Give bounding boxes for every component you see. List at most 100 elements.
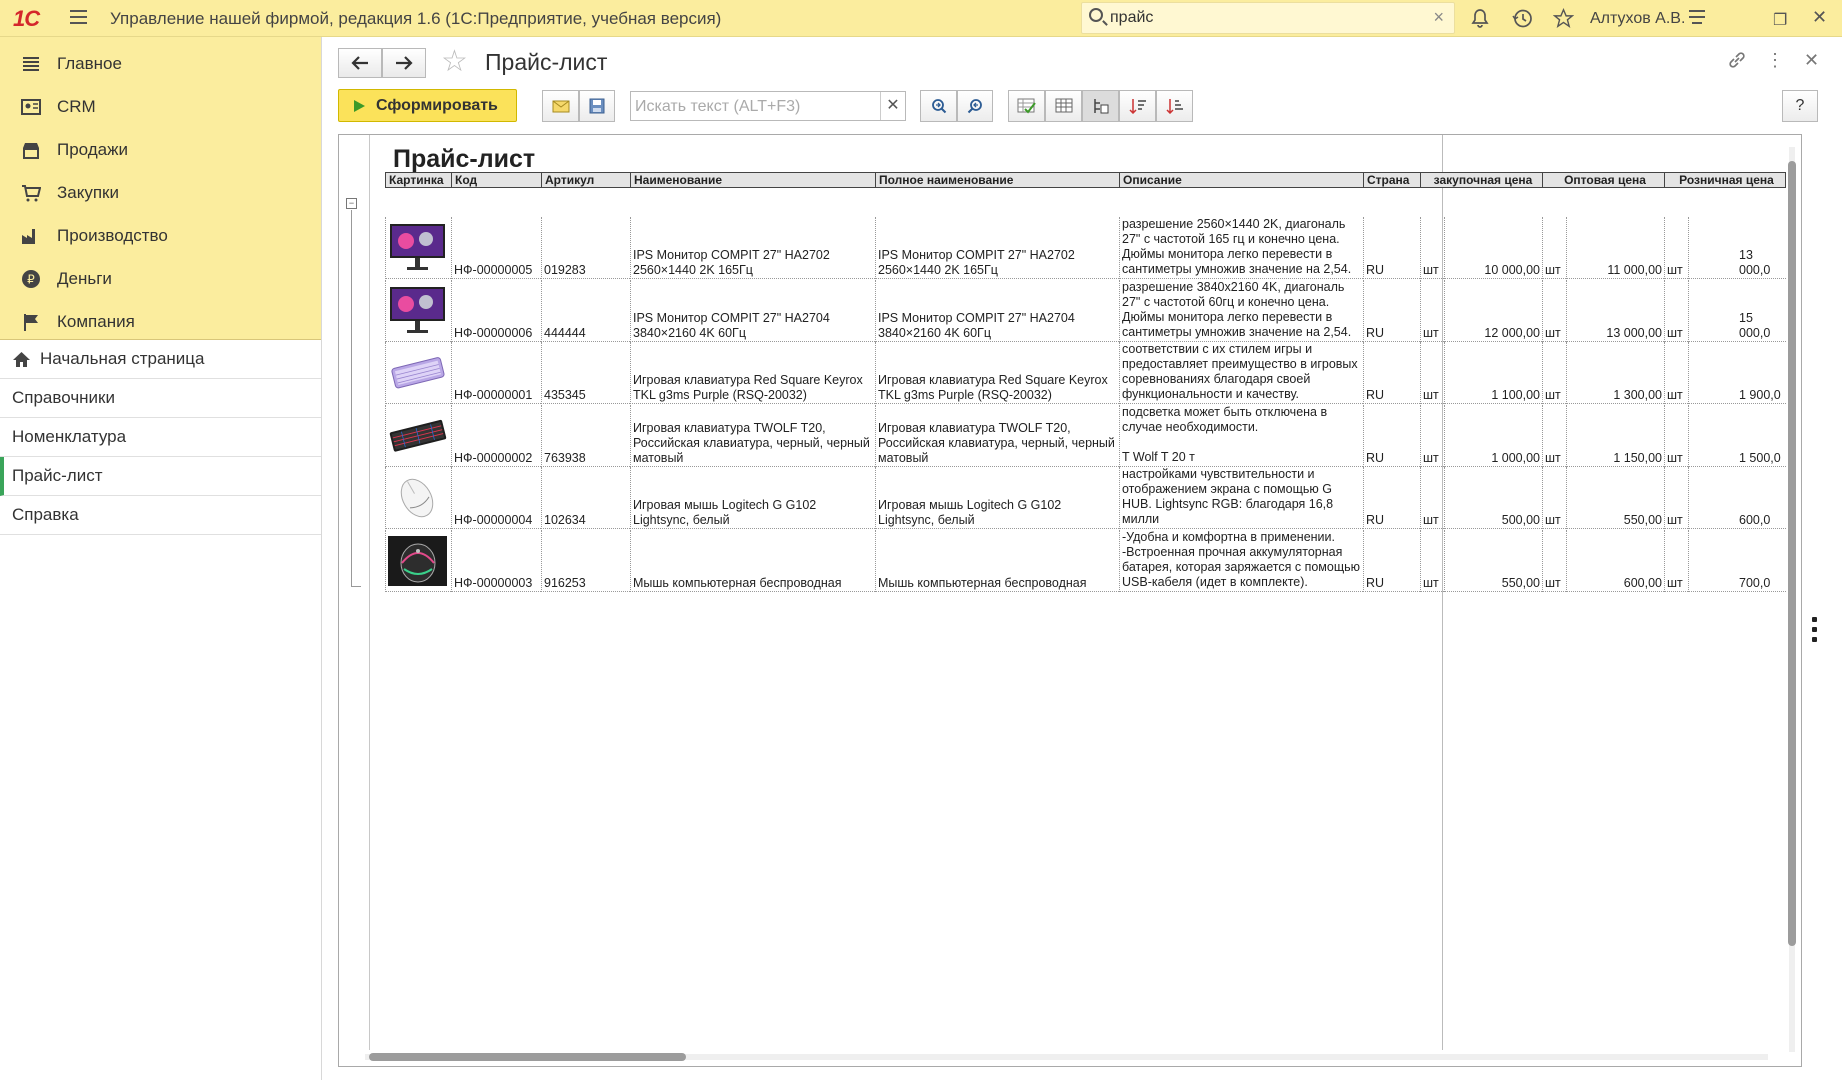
wholesale-price-cell: 13 000,00: [1566, 279, 1664, 342]
p3-text: 1 500,0: [1739, 450, 1781, 465]
sidebar-item-company[interactable]: Компания: [0, 300, 321, 343]
purchase-price-cell: 500,00: [1444, 467, 1542, 529]
history-icon[interactable]: [1512, 8, 1533, 35]
table-row[interactable]: НФ-00000004 102634 Игровая мышь Logitech…: [385, 467, 1786, 529]
report-spreadsheet[interactable]: − Прайс-лист Картинка Код Артикул Наимен…: [338, 134, 1802, 1067]
report-settings-button[interactable]: [1008, 90, 1045, 122]
monitor-thumbnail: [388, 223, 447, 273]
sidebar-item-sales[interactable]: Продажи: [0, 128, 321, 171]
purchase-price-cell: 1 100,00: [1444, 342, 1542, 404]
sidebar-item-purchases[interactable]: Закупки: [0, 171, 321, 214]
scroll-thumb[interactable]: [369, 1053, 686, 1061]
name-cell: Мышь компьютерная беспроводная: [630, 529, 875, 592]
section-help[interactable]: Справка: [0, 496, 321, 535]
back-button[interactable]: [338, 48, 382, 78]
unit-cell: шт: [1542, 279, 1566, 342]
p2-text: 1 300,00: [1613, 388, 1662, 402]
code-text: НФ-00000001: [454, 388, 533, 402]
table-row[interactable]: НФ-00000003 916253 Мышь компьютерная бес…: [385, 529, 1786, 592]
email-button[interactable]: [542, 90, 579, 122]
code-cell: НФ-00000004: [451, 467, 541, 529]
country-cell: RU: [1363, 279, 1420, 342]
desc-text: настройками чувствительности и отображен…: [1122, 467, 1334, 526]
generate-button[interactable]: Сформировать: [338, 89, 517, 122]
clear-search-icon[interactable]: ×: [1433, 7, 1444, 28]
sidebar-item-production[interactable]: Производство: [0, 214, 321, 257]
p1-text: 500,00: [1501, 513, 1540, 527]
horizontal-scrollbar[interactable]: [365, 1052, 1768, 1062]
article-cell: 444444: [541, 279, 630, 342]
find-previous-button[interactable]: [957, 90, 993, 122]
help-button[interactable]: ?: [1782, 90, 1818, 122]
restore-window-icon[interactable]: ❐: [1773, 10, 1787, 30]
vertical-scrollbar[interactable]: [1787, 147, 1797, 1052]
global-search-input[interactable]: прайс ×: [1081, 2, 1455, 34]
clear-search-icon[interactable]: ✕: [880, 92, 905, 120]
favorites-star-icon[interactable]: [1552, 7, 1575, 35]
u1-text: шт: [1423, 388, 1439, 402]
section-catalogs[interactable]: Справочники: [0, 379, 321, 418]
p3-text: 13 000,0: [1739, 248, 1771, 277]
picture-cell: [385, 279, 451, 342]
table-row[interactable]: НФ-00000002 763938 Игровая клавиатура TW…: [385, 404, 1786, 467]
hamburger-menu-icon[interactable]: [70, 10, 87, 25]
close-window-icon[interactable]: ✕: [1812, 7, 1827, 28]
country-text: RU: [1366, 575, 1385, 590]
group-columns-button[interactable]: [1082, 90, 1119, 122]
article-cell: 019283: [541, 217, 630, 279]
unit-cell: шт: [1420, 279, 1444, 342]
table-row[interactable]: НФ-00000006 444444 IPS Монитор COMPIT 27…: [385, 279, 1786, 342]
retail-price-cell: 1 900,0: [1688, 342, 1786, 404]
name-cell: Игровая клавиатура TWOLF T20, Российская…: [630, 404, 875, 467]
sidebar-item-crm[interactable]: CRM: [0, 85, 321, 128]
sidebar-item-money[interactable]: ₽ Деньги: [0, 257, 321, 300]
more-actions-icon[interactable]: ⋮: [1766, 50, 1784, 71]
page-title: Прайс-лист: [485, 49, 608, 75]
find-next-button[interactable]: [920, 90, 957, 122]
picture-cell: [385, 529, 451, 592]
unit-cell: шт: [1542, 467, 1566, 529]
purchase-price-cell: 12 000,00: [1444, 279, 1542, 342]
description-cell: подсветка может быть отключена в случае …: [1119, 404, 1363, 467]
app-title: Управление нашей фирмой, редакция 1.6 (1…: [110, 9, 722, 28]
scroll-thumb[interactable]: [1788, 161, 1796, 946]
column-header: Страна: [1363, 172, 1420, 188]
column-header: Полное наименование: [875, 172, 1119, 188]
settings-sliders-icon[interactable]: [1687, 8, 1707, 32]
table-view-button[interactable]: [1045, 90, 1082, 122]
global-search-value[interactable]: прайс: [1110, 9, 1153, 27]
column-header: Наименование: [630, 172, 875, 188]
full-name-cell: Мышь компьютерная беспроводная: [875, 529, 1119, 592]
content-area: ☆ Прайс-лист ⋮ ✕ Сформировать Искать тек…: [323, 37, 1842, 1080]
forward-button[interactable]: [382, 48, 426, 78]
section-nomenclature[interactable]: Номенклатура: [0, 418, 321, 457]
table-row[interactable]: НФ-00000005 019283 IPS Монитор COMPIT 27…: [385, 217, 1786, 279]
bell-icon[interactable]: [1470, 8, 1490, 34]
section-price-list[interactable]: Прайс-лист: [0, 457, 321, 496]
panel-resize-handle[interactable]: [1812, 617, 1818, 647]
description-cell: разрешение 2560×1440 2K, диагональ 27" с…: [1119, 217, 1363, 279]
collapse-group-icon[interactable]: −: [346, 198, 357, 209]
report-search-input[interactable]: Искать текст (ALT+F3) ✕: [630, 91, 906, 121]
sort-descending-button[interactable]: [1156, 90, 1193, 122]
shop-icon: [20, 140, 42, 160]
top-bar: 1С Управление нашей фирмой, редакция 1.6…: [0, 0, 1842, 37]
country-text: RU: [1366, 388, 1385, 402]
sort-ascending-button[interactable]: [1119, 90, 1156, 122]
u3-text: шт: [1667, 450, 1683, 465]
table-row[interactable]: НФ-00000001 435345 Игровая клавиатура Re…: [385, 342, 1786, 404]
p1-text: 1 000,00: [1491, 450, 1540, 465]
favorite-star-icon[interactable]: ☆: [441, 44, 468, 79]
u3-text: шт: [1667, 388, 1683, 402]
close-form-icon[interactable]: ✕: [1804, 50, 1819, 71]
retail-price-cell: 600,0: [1688, 467, 1786, 529]
link-icon[interactable]: [1727, 50, 1747, 75]
sidebar-item-main[interactable]: Главное: [0, 42, 321, 85]
save-button[interactable]: [579, 90, 615, 122]
report-title: Прайс-лист: [393, 145, 536, 173]
user-name[interactable]: Алтухов А.В.: [1590, 10, 1685, 28]
app-logo[interactable]: 1С: [13, 6, 40, 32]
column-header: Артикул: [541, 172, 630, 188]
section-home[interactable]: Начальная страница: [0, 340, 321, 379]
article-cell: 102634: [541, 467, 630, 529]
